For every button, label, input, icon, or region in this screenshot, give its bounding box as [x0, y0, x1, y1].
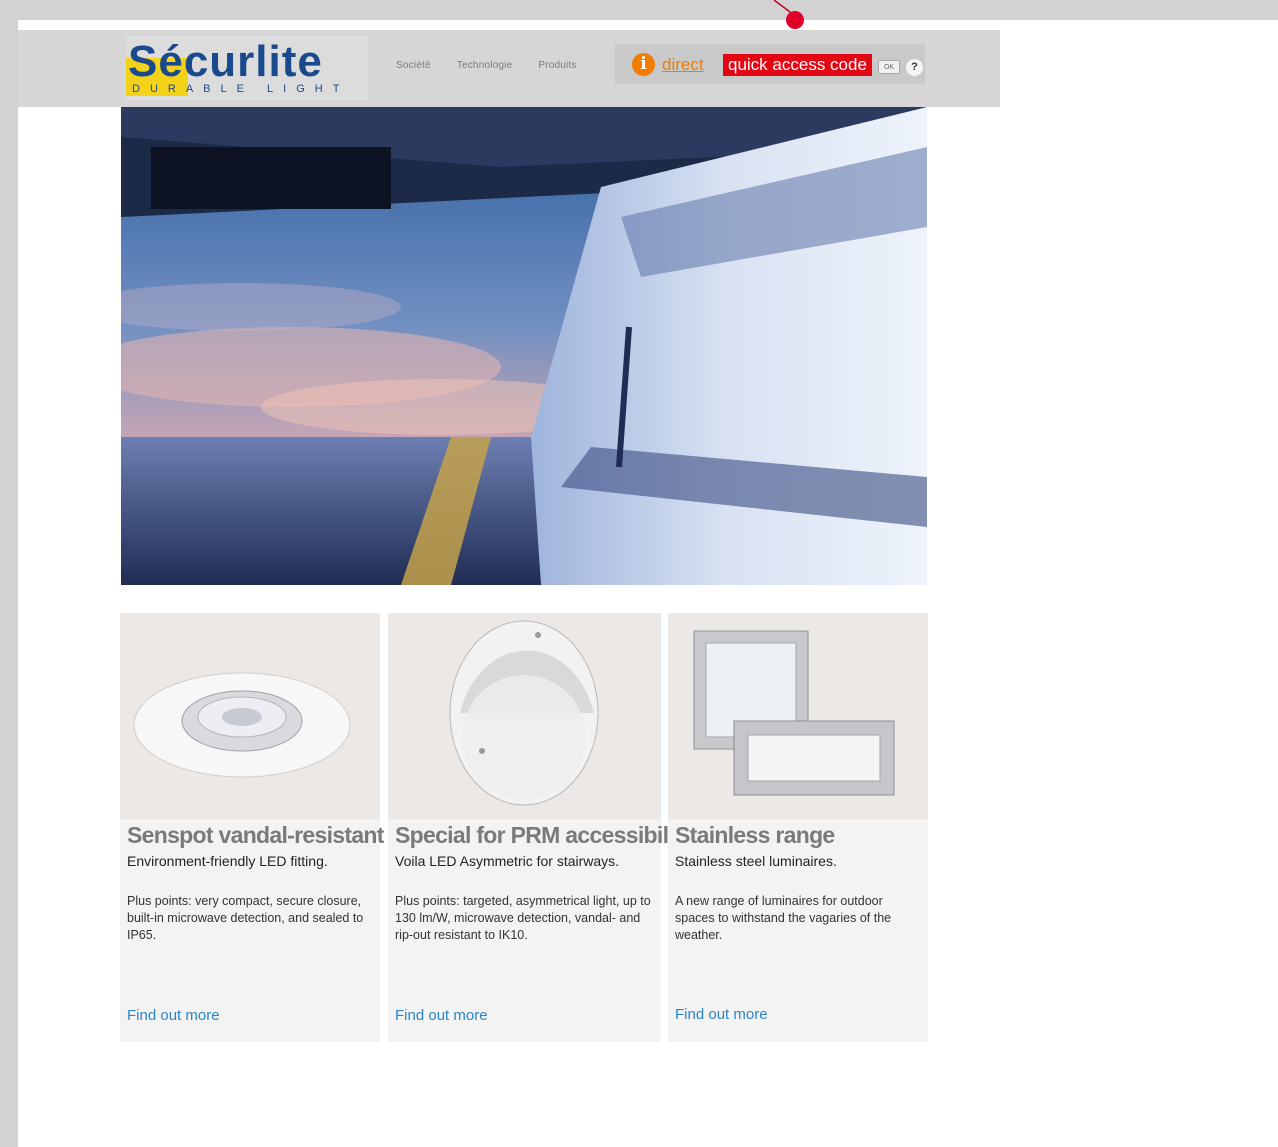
card-title: Special for PRM accessibility	[395, 822, 694, 848]
nav-item-societe[interactable]: Société	[396, 60, 431, 71]
logo-wordmark: Sécurlite	[128, 37, 323, 86]
help-icon[interactable]: ?	[906, 59, 923, 76]
nav-item-produits[interactable]: Produits	[538, 60, 576, 71]
card-subtitle: Environment-friendly LED fitting.	[127, 853, 328, 869]
card-subtitle: Voila LED Asymmetric for stairways.	[395, 853, 620, 869]
product-image-senspot	[120, 613, 380, 819]
direct-link[interactable]: direct	[662, 55, 704, 75]
card-description: A new range of luminaires for outdoor sp…	[675, 894, 892, 942]
nav-item-technologie[interactable]: Technologie	[457, 60, 513, 71]
card-title: Senspot vandal-resistant	[127, 822, 384, 848]
find-out-more-link[interactable]: Find out more	[675, 1006, 768, 1023]
main-nav: Société Technologie Produits	[396, 60, 577, 71]
card-subtitle: Stainless steel luminaires.	[675, 853, 837, 869]
product-card-stainless: Stainless range Stainless steel luminair…	[668, 613, 928, 1042]
card-title: Stainless range	[675, 822, 835, 848]
pointer-marker-icon	[786, 11, 804, 29]
product-image-voila	[388, 613, 661, 819]
product-image-stainless	[668, 613, 928, 819]
product-card-voila: Special for PRM accessibility Voila LED …	[388, 613, 694, 1042]
card-description: Plus points: very compact, secure closur…	[127, 894, 364, 942]
find-out-more-link[interactable]: Find out more	[395, 1007, 488, 1024]
hero-image	[121, 107, 927, 585]
logo-tagline: DURABLE LIGHT	[132, 83, 350, 95]
ok-button[interactable]: OK	[878, 60, 900, 74]
quick-access-code-field[interactable]: quick access code	[723, 54, 872, 76]
find-out-more-link[interactable]: Find out more	[127, 1007, 220, 1024]
card-description: Plus points: targeted, asymmetrical ligh…	[395, 894, 651, 942]
product-card-senspot: Senspot vandal-resistant Environment-fri…	[120, 613, 384, 1042]
info-icon[interactable]: i	[632, 53, 655, 76]
brand-logo[interactable]: Sécurlite DURABLE LIGHT	[126, 36, 368, 100]
